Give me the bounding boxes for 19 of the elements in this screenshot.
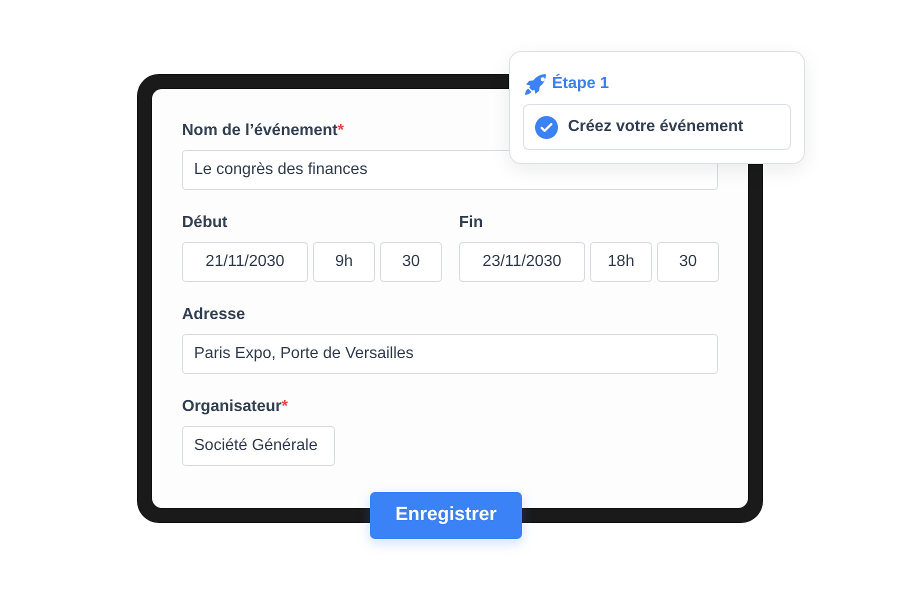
input-field[interactable]: 23/11/2030 <box>459 242 585 282</box>
required-mark: * <box>338 121 344 141</box>
field-label: Début <box>182 213 228 233</box>
rocket-icon <box>523 72 548 96</box>
input-field[interactable]: 18h <box>590 242 652 282</box>
field-label: Nom de l’événement <box>182 121 338 141</box>
field-label: Adresse <box>182 305 246 325</box>
input-field[interactable]: 9h <box>313 242 375 282</box>
field-label: Fin <box>459 213 483 233</box>
input-field[interactable]: Société Générale <box>182 426 335 466</box>
required-mark: * <box>282 397 288 417</box>
input-field[interactable]: 30 <box>657 242 719 282</box>
input-field[interactable]: 30 <box>380 242 442 282</box>
input-field[interactable]: 21/11/2030 <box>182 242 308 282</box>
field-label: Organisateur <box>182 397 282 417</box>
step-title: Étape 1 <box>552 72 609 94</box>
step-label: Créez votre événement <box>568 117 744 137</box>
save-button[interactable]: Enregistrer <box>370 492 522 539</box>
input-field[interactable]: Paris Expo, Porte de Versailles <box>182 334 718 374</box>
